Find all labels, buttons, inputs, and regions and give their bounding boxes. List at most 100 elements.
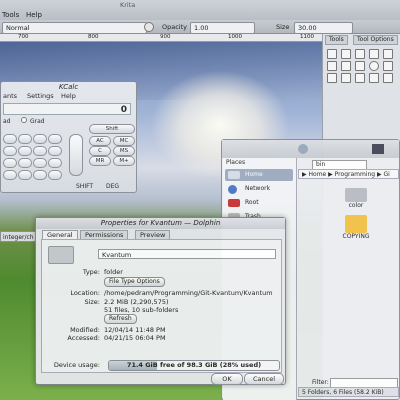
name-field[interactable]: Kvantum (98, 249, 276, 259)
calc-key[interactable] (48, 146, 62, 156)
tab-tool-options[interactable]: Tool Options (353, 35, 398, 45)
size-detail: 51 files, 10 sub-folders (104, 306, 179, 314)
mc-button[interactable]: MC (113, 136, 135, 146)
calc-key[interactable] (3, 158, 17, 168)
ellipse-tool-icon[interactable] (369, 61, 379, 71)
mr-button[interactable]: MR (89, 156, 111, 166)
file-item[interactable]: COPYING (334, 215, 378, 240)
kcalc-menu-constants[interactable]: ants (3, 92, 17, 100)
calc-key[interactable] (18, 134, 32, 144)
transform-tool-icon[interactable] (383, 61, 393, 71)
file-name: COPYING (342, 233, 370, 240)
krita-menubar: Krita Tools Help (0, 0, 400, 20)
place-network[interactable]: Network (225, 183, 293, 195)
kcalc-menu-settings[interactable]: Settings (27, 92, 54, 100)
breadcrumb[interactable]: ▶ Home ▶ Programming ▶ Gi (298, 169, 399, 179)
grad-radio[interactable] (21, 117, 27, 123)
ruler-mark: 1000 (228, 34, 242, 40)
cancel-label: Cancel (252, 375, 276, 383)
brush-tool-icon[interactable] (327, 61, 337, 71)
modified-label: Modified: (70, 326, 100, 334)
c-button[interactable]: C (89, 146, 111, 156)
ok-label: OK (222, 375, 232, 383)
refresh-button[interactable]: Refresh (104, 314, 137, 324)
calc-key[interactable] (48, 170, 62, 180)
home-icon (228, 171, 240, 179)
m-plus-button[interactable]: M+ (113, 156, 135, 166)
calc-key[interactable] (33, 170, 47, 180)
dialog-title: Properties for Kvantum — Dolphin (36, 218, 285, 229)
zoom-tool-icon[interactable] (369, 73, 379, 83)
size-value: 2.2 MiB (2,290,575) (104, 298, 169, 306)
general-panel: Kvantum Type: folder File Type Options L… (41, 239, 282, 373)
calc-key[interactable] (33, 146, 47, 156)
calc-key[interactable] (48, 134, 62, 144)
tab-tools[interactable]: Tools (325, 35, 348, 45)
move-tool-icon[interactable] (327, 49, 337, 59)
device-usage-bar: 71.4 GiB free of 98.3 GiB (28% used) (108, 360, 280, 371)
shift-button[interactable]: Shift (89, 124, 135, 134)
size-label: Size: (84, 298, 100, 306)
crop-tool-icon[interactable] (369, 49, 379, 59)
calc-key[interactable] (33, 134, 47, 144)
equals-key[interactable] (69, 134, 83, 176)
calc-key[interactable] (48, 158, 62, 168)
ok-button[interactable]: OK (211, 373, 243, 385)
properties-dialog: Properties for Kvantum — Dolphin General… (35, 217, 286, 385)
path-tool-icon[interactable] (383, 49, 393, 59)
calc-key[interactable] (3, 170, 17, 180)
calc-key[interactable] (3, 134, 17, 144)
globe-icon (228, 185, 237, 194)
lock-alpha-icon[interactable] (144, 22, 154, 32)
mode-grad-label: Grad (30, 118, 45, 125)
place-root[interactable]: Root (225, 197, 293, 209)
modified-value: 12/04/14 11:48 PM (104, 326, 166, 334)
blend-mode-select[interactable]: Normal (2, 22, 147, 34)
fill-tool-icon[interactable] (327, 73, 337, 83)
calc-key[interactable] (3, 146, 17, 156)
file-item[interactable]: color (336, 188, 376, 209)
folder-red-icon (228, 199, 240, 207)
ruler-mark: 800 (88, 34, 99, 40)
location-value: /home/pedram/Programming/Git-Kvantum/Kva… (104, 289, 273, 297)
integer-field[interactable]: integer/ch (0, 231, 40, 242)
eyedropper-tool-icon[interactable] (355, 73, 365, 83)
accessed-label: Accessed: (67, 334, 100, 342)
pointer-tool-icon[interactable] (355, 49, 365, 59)
calc-key[interactable] (18, 146, 32, 156)
menu-tools[interactable]: Tools (2, 11, 19, 19)
tool-options-bar: Normal Opacity 1.00 Size 30.00 (0, 20, 400, 34)
size-label: Size (276, 23, 290, 31)
kcalc-display: 0 (3, 103, 131, 115)
filter-bar: Filter: (298, 377, 399, 388)
place-home[interactable]: Home (225, 169, 293, 181)
ms-button[interactable]: MS (113, 146, 135, 156)
calc-key[interactable] (33, 158, 47, 168)
file-type-options-button[interactable]: File Type Options (104, 277, 165, 287)
filter-label: Filter: (312, 379, 329, 386)
size-field[interactable]: 30.00 (294, 22, 353, 34)
places-header: Places (226, 159, 246, 166)
line-tool-icon[interactable] (341, 61, 351, 71)
calc-key[interactable] (18, 158, 32, 168)
mode-radian-label[interactable]: ad (3, 118, 11, 125)
ruler-mark: 900 (160, 34, 171, 40)
kcalc-menu-help[interactable]: Help (61, 92, 76, 100)
location-label: Location: (70, 289, 100, 297)
ac-button[interactable]: AC (89, 136, 111, 146)
pan-tool-icon[interactable] (383, 73, 393, 83)
calc-key[interactable] (18, 170, 32, 180)
angle-indicator: DEG (106, 183, 120, 190)
opacity-field[interactable]: 1.00 (190, 22, 255, 34)
rectangle-tool-icon[interactable] (355, 61, 365, 71)
horizontal-ruler: 700 800 900 1000 1100 (0, 34, 322, 42)
cancel-button[interactable]: Cancel (244, 373, 284, 385)
folder-icon (48, 246, 74, 264)
view-mode-icon[interactable] (372, 144, 384, 154)
place-label: Root (245, 199, 259, 206)
gradient-tool-icon[interactable] (341, 73, 351, 83)
menu-help[interactable]: Help (26, 11, 42, 19)
device-usage-label: Device usage: (53, 361, 100, 369)
back-icon[interactable] (298, 144, 308, 154)
text-tool-icon[interactable] (341, 49, 351, 59)
